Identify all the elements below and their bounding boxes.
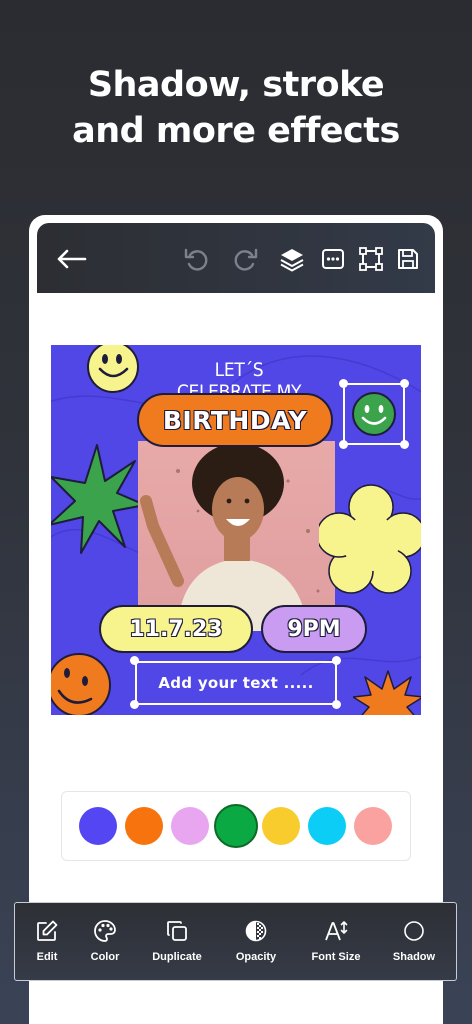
add-text-box[interactable]: Add your text ..... xyxy=(135,661,337,705)
orange-starburst-icon[interactable] xyxy=(352,669,421,715)
headline: Shadow, stroke and more effects xyxy=(0,62,472,154)
selection-handle[interactable] xyxy=(130,700,139,709)
color-swatch[interactable] xyxy=(125,807,163,845)
selection-handle[interactable] xyxy=(332,700,341,709)
shadow-button[interactable]: Shadow xyxy=(390,903,438,982)
green-starburst-icon[interactable] xyxy=(51,443,147,555)
font-size-label: Font Size xyxy=(311,951,361,963)
color-swatch-selected[interactable] xyxy=(214,804,258,848)
redo-icon[interactable] xyxy=(233,246,259,272)
duplicate-button[interactable]: Duplicate xyxy=(145,903,209,982)
selection-handle[interactable] xyxy=(400,379,409,388)
editor-top-bar xyxy=(37,223,435,293)
font-size-button[interactable]: Font Size xyxy=(307,903,365,982)
selection-handle[interactable] xyxy=(339,379,348,388)
time-pill[interactable]: 9PM xyxy=(261,605,367,653)
color-label: Color xyxy=(90,951,120,963)
shadow-icon xyxy=(402,919,426,943)
duplicate-label: Duplicate xyxy=(152,951,202,963)
undo-icon[interactable] xyxy=(183,246,209,272)
palette-icon xyxy=(93,919,117,943)
yellow-flower-icon[interactable] xyxy=(316,483,421,595)
selection-handle[interactable] xyxy=(339,440,348,449)
color-swatch[interactable] xyxy=(262,807,300,845)
person-photo xyxy=(140,443,320,631)
edit-label: Edit xyxy=(36,951,58,963)
edit-icon xyxy=(35,919,59,943)
more-icon[interactable] xyxy=(320,246,346,272)
headline-line-2: and more effects xyxy=(72,111,400,151)
headline-line-1: Shadow, stroke xyxy=(87,65,385,105)
save-icon[interactable] xyxy=(395,246,421,272)
layers-icon[interactable] xyxy=(279,246,305,272)
selection-handle[interactable] xyxy=(130,656,139,665)
photo-frame[interactable] xyxy=(138,441,335,631)
color-swatch-row xyxy=(61,791,411,861)
crop-frame-icon[interactable] xyxy=(358,246,384,272)
opacity-icon xyxy=(244,919,268,943)
birthday-title-pill[interactable]: BIRTHDAY xyxy=(137,393,333,447)
opacity-label: Opacity xyxy=(235,951,277,963)
color-swatch[interactable] xyxy=(171,807,209,845)
bottom-left-smiley-icon[interactable] xyxy=(51,647,117,715)
date-pill[interactable]: 11.7.23 xyxy=(99,605,253,653)
edit-button[interactable]: Edit xyxy=(29,903,65,982)
color-button[interactable]: Color xyxy=(85,903,125,982)
color-swatch[interactable] xyxy=(354,807,392,845)
bottom-tool-bar: Edit Color Duplicate Opacity Font Size S… xyxy=(14,902,457,981)
green-smiley-icon xyxy=(352,392,396,436)
color-swatch[interactable] xyxy=(308,807,346,845)
top-left-smiley-icon[interactable] xyxy=(85,345,141,395)
selection-handle[interactable] xyxy=(400,440,409,449)
color-swatch[interactable] xyxy=(79,807,117,845)
design-canvas[interactable]: LET´S CELEBRATE MY BIRTHDAY 11.7.23 9PM … xyxy=(51,345,421,715)
font-size-icon xyxy=(324,919,348,943)
selection-handle[interactable] xyxy=(332,656,341,665)
duplicate-icon xyxy=(165,919,189,943)
opacity-button[interactable]: Opacity xyxy=(230,903,282,982)
shadow-label: Shadow xyxy=(392,951,436,963)
selected-smiley-element[interactable] xyxy=(339,379,409,449)
back-arrow-icon[interactable] xyxy=(55,246,87,272)
